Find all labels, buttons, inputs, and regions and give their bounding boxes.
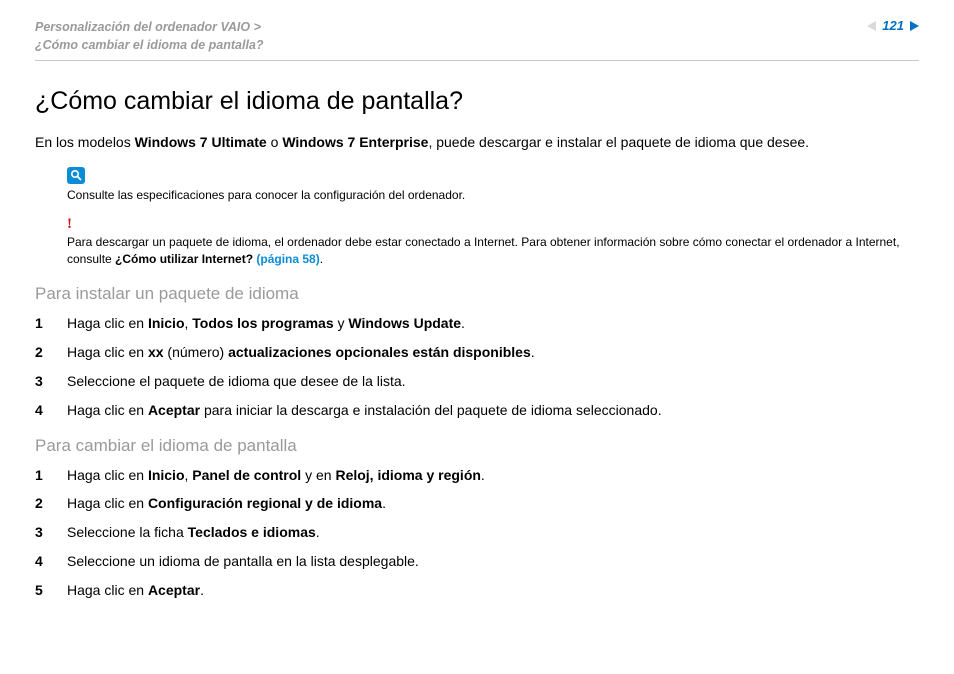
change-steps: 1 Haga clic en Inicio, Panel de control …: [35, 466, 919, 600]
list-item: 1 Haga clic en Inicio, Panel de control …: [35, 466, 919, 485]
install-steps: 1 Haga clic en Inicio, Todos los program…: [35, 314, 919, 420]
section-install-title: Para instalar un paquete de idioma: [35, 284, 919, 304]
list-item: 4 Seleccione un idioma de pantalla en la…: [35, 552, 919, 571]
list-item: 1 Haga clic en Inicio, Todos los program…: [35, 314, 919, 333]
section-change-title: Para cambiar el idioma de pantalla: [35, 436, 919, 456]
page-header: Personalización del ordenador VAIO > ¿Có…: [35, 18, 919, 61]
page-title: ¿Cómo cambiar el idioma de pantalla?: [35, 87, 919, 116]
spec-note-text: Consulte las especificaciones para conoc…: [67, 187, 919, 204]
list-item: 5 Haga clic en Aceptar.: [35, 581, 919, 600]
page: Personalización del ordenador VAIO > ¿Có…: [0, 0, 954, 600]
list-item: 3 Seleccione el paquete de idioma que de…: [35, 372, 919, 391]
magnifier-icon: [67, 167, 85, 184]
intro-paragraph: En los modelos Windows 7 Ultimate o Wind…: [35, 132, 919, 152]
page-nav: 121: [867, 18, 919, 33]
list-item: 3 Seleccione la ficha Teclados e idiomas…: [35, 523, 919, 542]
prev-page-icon[interactable]: [867, 21, 876, 31]
breadcrumb-line-1: Personalización del ordenador VAIO >: [35, 18, 264, 36]
breadcrumb: Personalización del ordenador VAIO > ¿Có…: [35, 18, 264, 54]
list-item: 2 Haga clic en xx (número) actualizacion…: [35, 343, 919, 362]
next-page-icon[interactable]: [910, 21, 919, 31]
spec-note: Consulte las especificaciones para conoc…: [67, 167, 919, 204]
warning-note: ! Para descargar un paquete de idioma, e…: [67, 217, 919, 268]
breadcrumb-line-2: ¿Cómo cambiar el idioma de pantalla?: [35, 36, 264, 54]
page-number: 121: [882, 18, 904, 33]
list-item: 2 Haga clic en Configuración regional y …: [35, 494, 919, 513]
internet-link[interactable]: (página 58): [253, 252, 320, 266]
warning-text: Para descargar un paquete de idioma, el …: [67, 234, 919, 268]
warning-icon: !: [67, 217, 919, 232]
list-item: 4 Haga clic en Aceptar para iniciar la d…: [35, 401, 919, 420]
